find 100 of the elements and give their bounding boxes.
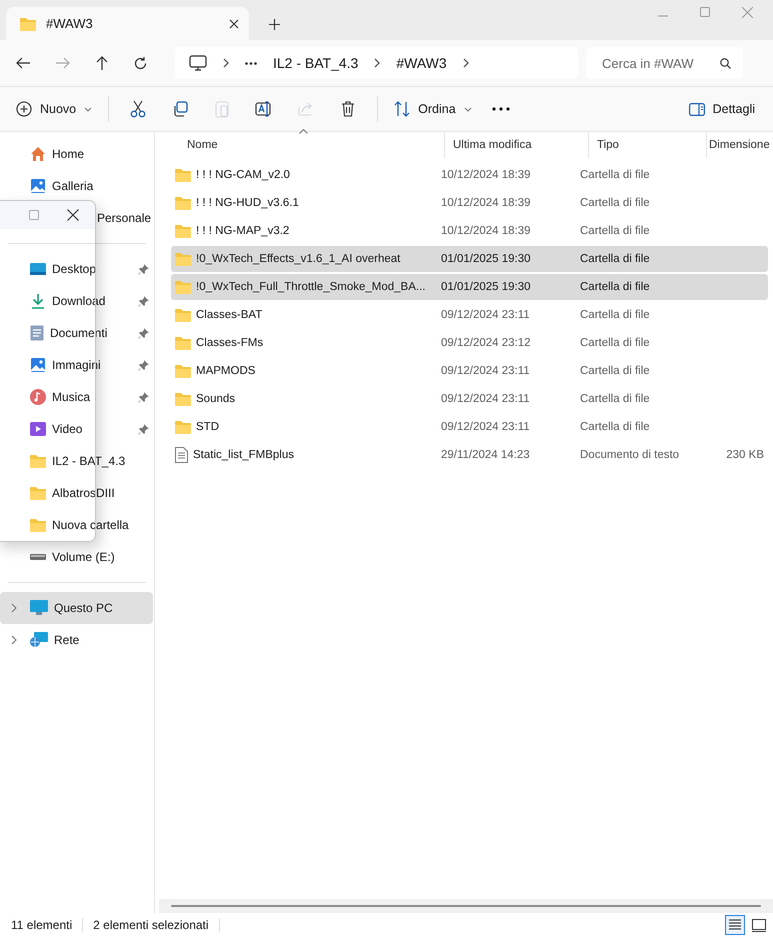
folder-icon [20,16,36,30]
sidebar-item[interactable]: Immagini [0,349,153,381]
sidebar-item[interactable]: Nuova cartella [0,509,153,541]
details-button[interactable]: Dettagli [680,93,763,125]
search-input[interactable]: Cerca in #WAW [600,54,720,72]
type-cell-text: Cartella di file [579,197,651,209]
search-field[interactable]: Cerca in #WAW [586,47,743,79]
folder-icon [175,224,191,238]
file-row[interactable]: MAPMODS 09/12/2024 23:11 Cartella di file [171,358,768,384]
new-button[interactable]: Nuovo [8,93,100,125]
file-row[interactable]: ! ! ! NG-CAM_v2.0 10/12/2024 18:39 Cartella di file [171,162,768,188]
breadcrumb[interactable]: IL2 - BAT_4.3 [273,55,358,71]
window-tab[interactable]: #WAW3 [6,7,249,40]
type-cell-text: Cartella di file [579,169,651,181]
sidebar-item[interactable]: Musica [0,381,153,413]
rename-icon [255,101,274,117]
video-icon [30,421,46,437]
back-icon[interactable] [16,57,30,69]
sidebar-item[interactable]: Download [0,285,153,317]
clipboard-icon [215,100,230,118]
folder-icon [175,336,191,350]
date-cell-text: 09/12/2024 23:11 [440,393,531,405]
file-row[interactable]: Classes-FMs 09/12/2024 23:12 Cartella di file [171,330,768,356]
monitor-icon [30,600,48,616]
file-row[interactable]: Classes-BAT 09/12/2024 23:11 Cartella di file [171,302,768,328]
file-name: ! ! ! NG-MAP_v3.2 [171,224,433,238]
breadcrumb[interactable]: #WAW3 [396,55,447,71]
tab-title: #WAW3 [46,16,94,31]
file-row[interactable]: !0_WxTech_Full_Throttle_Smoke_Mod_BA... 01/01/2025 19:30 Cartella di file [171,274,768,300]
home-icon [30,146,46,162]
folder-icon [175,420,191,434]
new-tab-icon[interactable] [269,19,280,30]
file-name: Sounds [171,392,433,406]
column-header[interactable]: Tipo [588,132,706,158]
sidebar-item[interactable]: IL2 - BAT_4.3 [0,445,153,477]
file-name: Static_list_FMBplus [171,447,433,463]
download-icon [30,293,46,309]
date-cell-text: 09/12/2024 23:11 [440,421,531,433]
sidebar-item[interactable]: Questo PC [0,592,153,624]
date-cell-text: 10/12/2024 18:39 [440,225,532,237]
chevron-icon[interactable] [10,603,18,613]
type-cell-text: Cartella di file [579,365,651,377]
folder-icon [175,168,191,182]
sort-icon [394,101,410,117]
drive-icon [30,554,46,560]
folder-icon [175,364,191,378]
search-icon [720,58,731,68]
refresh-icon[interactable] [134,56,147,70]
file-name: Classes-BAT [171,308,433,322]
file-row[interactable]: ! ! ! NG-MAP_v3.2 10/12/2024 18:39 Cartella di file [171,218,768,244]
column-header[interactable]: Dimensione [706,132,773,158]
file-name: !0_WxTech_Effects_v1.6_1_AI overheat [171,252,433,266]
sort-button[interactable]: Ordina [386,93,480,125]
date-cell-text: 09/12/2024 23:11 [440,309,531,321]
item-count: 11 elementi [11,918,84,932]
close-icon[interactable] [67,209,79,221]
share-icon [298,101,314,117]
tiles-view-icon [752,918,766,932]
close-icon[interactable] [229,18,239,28]
file-row[interactable]: STD 09/12/2024 23:11 Cartella di file [171,414,768,440]
sidebar-item[interactable]: Desktop [0,253,153,285]
picture-icon [30,357,46,373]
address-bar[interactable]: IL2 - BAT_4.3 #WAW3 [175,47,578,79]
column-header[interactable]: Ultima modifica [444,132,588,158]
folder-icon [175,280,191,294]
column-header[interactable]: Nome [171,132,444,158]
list-view-icon [728,919,742,931]
file-row[interactable]: !0_WxTech_Effects_v1.6_1_AI overheat 01/01/2025 19:30 Cartella di file [171,246,768,272]
sidebar-item[interactable]: Volume (E:) [0,541,153,573]
sidebar-item[interactable]: Documenti [0,317,153,349]
details-view-button[interactable] [725,915,745,935]
sidebar-item[interactable]: Video [0,413,153,445]
more-icon[interactable] [245,62,257,64]
chevron-icon[interactable] [10,635,18,645]
details-pane-icon [688,102,705,116]
folder-icon [30,486,46,500]
document-icon [30,325,44,341]
pin-icon [138,360,149,371]
file-row[interactable]: Static_list_FMBplus 29/11/2024 14:23 Documento di testo 230 KB [171,442,768,468]
sidebar-item[interactable]: Rete [0,624,153,656]
sidebar-item[interactable]: Galleria [0,170,153,202]
scrollbar[interactable] [159,899,773,913]
music-icon [30,389,46,405]
pin-icon [138,424,149,435]
file-name: !0_WxTech_Full_Throttle_Smoke_Mod_BA... [171,280,433,294]
network-icon [30,632,48,648]
trash-icon [341,101,356,117]
chevron-icon [462,58,469,68]
up-icon[interactable] [96,56,108,70]
sidebar-item[interactable]: Home [0,138,153,170]
sidebar-item[interactable]: AlbatrosDIII [0,477,153,509]
date-cell-text: 01/01/2025 19:30 [440,281,532,293]
folder-icon [30,518,46,532]
file-name: STD [171,420,433,434]
date-cell-text: 10/12/2024 18:39 [440,197,532,209]
type-cell-text: Cartella di file [579,281,651,293]
type-cell-text: Cartella di file [579,337,651,349]
date-cell-text: 29/11/2024 14:23 [440,449,531,461]
file-row[interactable]: Sounds 09/12/2024 23:11 Cartella di file [171,386,768,412]
file-row[interactable]: ! ! ! NG-HUD_v3.6.1 10/12/2024 18:39 Cartella di file [171,190,768,216]
